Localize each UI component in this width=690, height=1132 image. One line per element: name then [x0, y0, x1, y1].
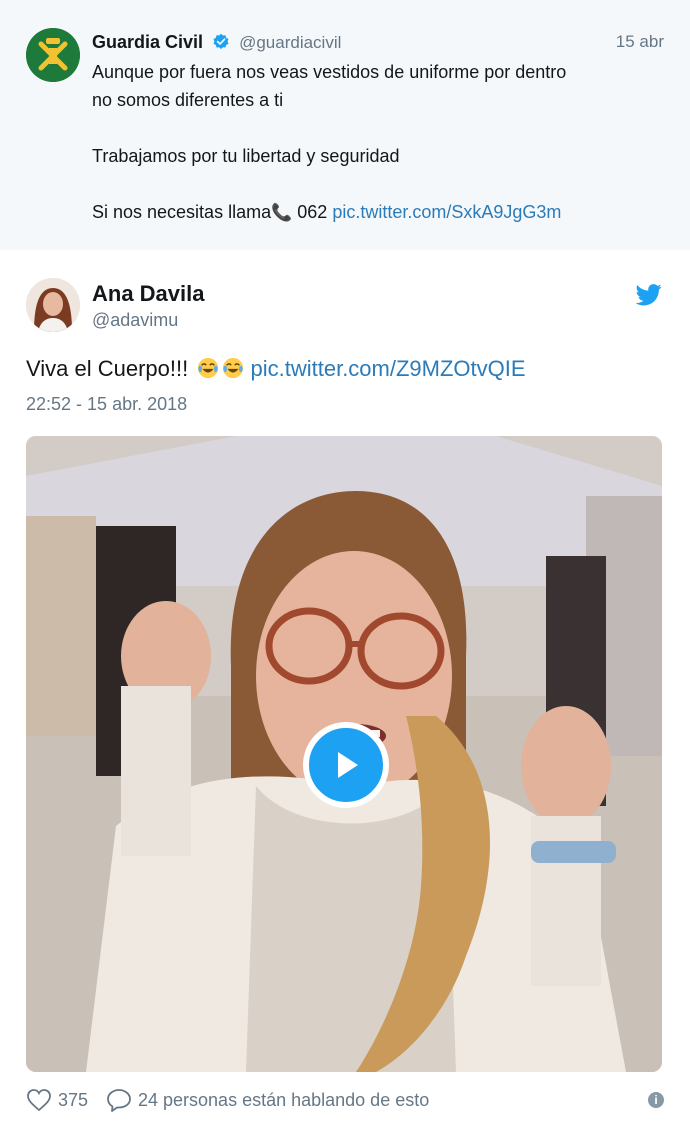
tears-of-joy-emoji-icon — [198, 357, 219, 379]
tweet-timestamp[interactable]: 22:52 - 15 abr. 2018 — [26, 392, 187, 416]
profile-photo-icon — [26, 278, 80, 332]
tweet-body: Viva el Cuerpo!!! — [26, 356, 189, 381]
tweet-text: Viva el Cuerpo!!! pic.twitter.com/Z9MZOt… — [26, 354, 526, 384]
quoted-date[interactable]: 15 abr — [616, 30, 664, 54]
quoted-tweet[interactable]: Guardia Civil @guardiacivil 15 abr Aunqu… — [0, 0, 690, 250]
quoted-text-line: Trabajamos por tu libertad y seguridad — [92, 146, 400, 166]
quoted-text-line: no somos diferentes a ti — [92, 90, 284, 110]
reply-conversation-link[interactable]: 24 personas están hablando de esto — [106, 1086, 429, 1114]
play-button[interactable] — [303, 722, 389, 808]
video-player[interactable] — [26, 436, 662, 1072]
conversation-text: 24 personas están hablando de esto — [138, 1090, 430, 1110]
info-icon[interactable]: i — [648, 1092, 664, 1108]
tweet-handle[interactable]: @adavimu — [92, 308, 178, 332]
quoted-tweet-text: Aunque por fuera nos veas vestidos de un… — [92, 58, 662, 226]
tweet-pic-link[interactable]: pic.twitter.com/Z9MZOtvQIE — [251, 356, 526, 381]
tweet-card: Ana Davila @adavimu Viva el Cuerpo!!! pi… — [0, 250, 690, 1132]
quoted-handle[interactable]: @guardiacivil — [239, 33, 341, 52]
quoted-call-line: Si nos necesitas llama📞 062 pic.twitter.… — [92, 198, 662, 226]
quoted-call-prefix: Si nos necesitas llama — [92, 202, 272, 222]
guardia-civil-avatar[interactable] — [26, 28, 80, 82]
quoted-display-name[interactable]: Guardia Civil — [92, 32, 203, 52]
speech-bubble-icon — [107, 1089, 131, 1112]
twitter-bird-icon[interactable] — [636, 284, 662, 306]
play-icon — [338, 752, 358, 778]
guardia-civil-emblem-icon — [26, 28, 80, 82]
heart-icon — [27, 1089, 51, 1112]
tears-of-joy-emoji-icon — [223, 357, 244, 379]
ana-davila-avatar[interactable] — [26, 278, 80, 332]
like-count: 375 — [58, 1090, 89, 1110]
telephone-receiver-icon: 📞 — [271, 203, 293, 222]
tweet-actions: 375 24 personas están hablando de esto i — [26, 1086, 664, 1114]
quoted-call-number: 062 — [297, 202, 328, 222]
quoted-text-line: Aunque por fuera nos veas vestidos de un… — [92, 62, 567, 82]
verified-badge-icon — [213, 33, 229, 50]
like-button[interactable]: 375 — [26, 1086, 88, 1114]
quoted-tweet-header: Guardia Civil @guardiacivil 15 abr — [92, 30, 664, 54]
quoted-pic-link[interactable]: pic.twitter.com/SxkA9JgG3m — [332, 202, 561, 222]
tweet-display-name[interactable]: Ana Davila — [92, 280, 205, 308]
